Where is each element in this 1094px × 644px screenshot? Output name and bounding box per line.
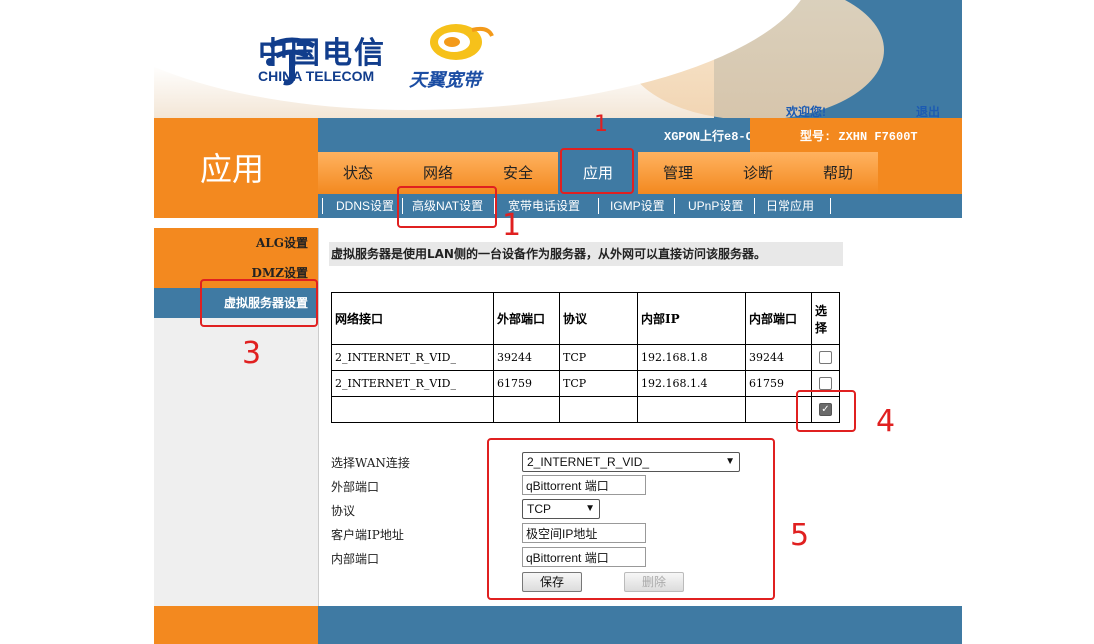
annotation-box-form bbox=[487, 438, 775, 600]
tianyi-logo-icon bbox=[430, 24, 494, 60]
router-admin-page: 中国电信 CHINA TELECOM 天翼宽带 欢迎您! 退出 应用 XGPON… bbox=[154, 0, 962, 644]
annotation-number: 5 bbox=[790, 518, 810, 553]
subnav-igmp[interactable]: IGMP设置 bbox=[610, 194, 665, 218]
table-cell bbox=[331, 396, 494, 423]
column-header: 协议 bbox=[559, 292, 638, 345]
china-telecom-chinese-name: 中国电信 bbox=[258, 36, 386, 71]
table-cell: TCP bbox=[559, 344, 638, 371]
welcome-text: 欢迎您! bbox=[786, 105, 826, 118]
table-cell: 61759 bbox=[493, 370, 560, 397]
annotation-box-virtual-server bbox=[200, 279, 318, 327]
column-header: 内部IP bbox=[637, 292, 746, 345]
row-select-checkbox[interactable] bbox=[819, 377, 832, 391]
tab-help[interactable]: 帮助 bbox=[798, 152, 878, 194]
table-row: 2_INTERNET_R_VID_ 61759 TCP 192.168.1.4 … bbox=[331, 370, 840, 397]
internal-port-label: 内部端口 bbox=[331, 552, 380, 566]
annotation-box-nat-subnav bbox=[397, 186, 497, 228]
device-name: XGPON上行e8-C bbox=[664, 130, 753, 144]
logout-link[interactable]: 退出 bbox=[916, 103, 940, 118]
subnav-ddns[interactable]: DDNS设置 bbox=[336, 194, 394, 218]
row-select-cell bbox=[811, 344, 840, 371]
footer-right bbox=[318, 606, 962, 644]
page-header: 中国电信 CHINA TELECOM 天翼宽带 欢迎您! 退出 bbox=[154, 0, 962, 118]
model-text: 型号: ZXHN F7600T bbox=[800, 130, 918, 144]
table-row: 2_INTERNET_R_VID_ 39244 TCP 192.168.1.8 … bbox=[331, 344, 840, 371]
table-cell: TCP bbox=[559, 370, 638, 397]
table-cell bbox=[493, 396, 560, 423]
page-description: 虚拟服务器是使用LAN侧的一台设备作为服务器，从外网可以直接访问该服务器。 bbox=[329, 242, 843, 266]
virtual-server-table: 网络接口 外部端口 协议 内部IP 内部端口 选择 2_INTERNET_R_V… bbox=[331, 292, 840, 423]
row-select-checkbox[interactable] bbox=[819, 351, 832, 365]
table-cell: 39244 bbox=[745, 344, 812, 371]
table-cell bbox=[637, 396, 746, 423]
wan-connection-label: 选择WAN连接 bbox=[331, 456, 410, 470]
subnav-upnp[interactable]: UPnP设置 bbox=[688, 194, 743, 218]
annotation-number: 1 bbox=[502, 208, 522, 243]
column-header: 外部端口 bbox=[493, 292, 560, 345]
tianyi-broadband-name: 天翼宽带 bbox=[409, 70, 481, 90]
subnav-divider bbox=[754, 198, 755, 214]
protocol-label: 协议 bbox=[331, 504, 356, 518]
table-cell: 39244 bbox=[493, 344, 560, 371]
table-row-new: ✓ bbox=[331, 396, 840, 423]
annotation-number: 1 bbox=[594, 112, 608, 137]
table-cell: 2_INTERNET_R_VID_ bbox=[331, 370, 494, 397]
china-telecom-english-name: CHINA TELECOM bbox=[258, 68, 375, 84]
sidebar-item-alg[interactable]: ALG设置 bbox=[154, 228, 318, 258]
footer-left bbox=[154, 606, 318, 644]
annotation-number: 4 bbox=[876, 404, 896, 439]
table-header-row: 网络接口 外部端口 协议 内部IP 内部端口 选择 bbox=[331, 292, 840, 345]
table-cell: 192.168.1.8 bbox=[637, 344, 746, 371]
annotation-number: 3 bbox=[242, 336, 262, 371]
subnav-divider bbox=[830, 198, 831, 214]
subnav-divider bbox=[598, 198, 599, 214]
annotation-box-application-tab bbox=[560, 148, 634, 194]
section-title-block: 应用 bbox=[154, 118, 318, 218]
column-header: 网络接口 bbox=[331, 292, 494, 345]
annotation-box-checkbox bbox=[796, 390, 856, 432]
tab-management[interactable]: 管理 bbox=[638, 152, 718, 194]
column-header: 内部端口 bbox=[745, 292, 812, 345]
table-cell bbox=[559, 396, 638, 423]
table-cell: 192.168.1.4 bbox=[637, 370, 746, 397]
subnav-daily-apps[interactable]: 日常应用 bbox=[766, 194, 814, 218]
table-cell: 2_INTERNET_R_VID_ bbox=[331, 344, 494, 371]
tab-diagnostics[interactable]: 诊断 bbox=[718, 152, 798, 194]
external-port-label: 外部端口 bbox=[331, 480, 380, 494]
subnav-divider bbox=[674, 198, 675, 214]
client-ip-label: 客户端IP地址 bbox=[331, 528, 404, 542]
column-header: 选择 bbox=[811, 292, 840, 345]
tab-status[interactable]: 状态 bbox=[318, 152, 398, 194]
section-title: 应用 bbox=[200, 150, 265, 188]
subnav-divider bbox=[322, 198, 323, 214]
